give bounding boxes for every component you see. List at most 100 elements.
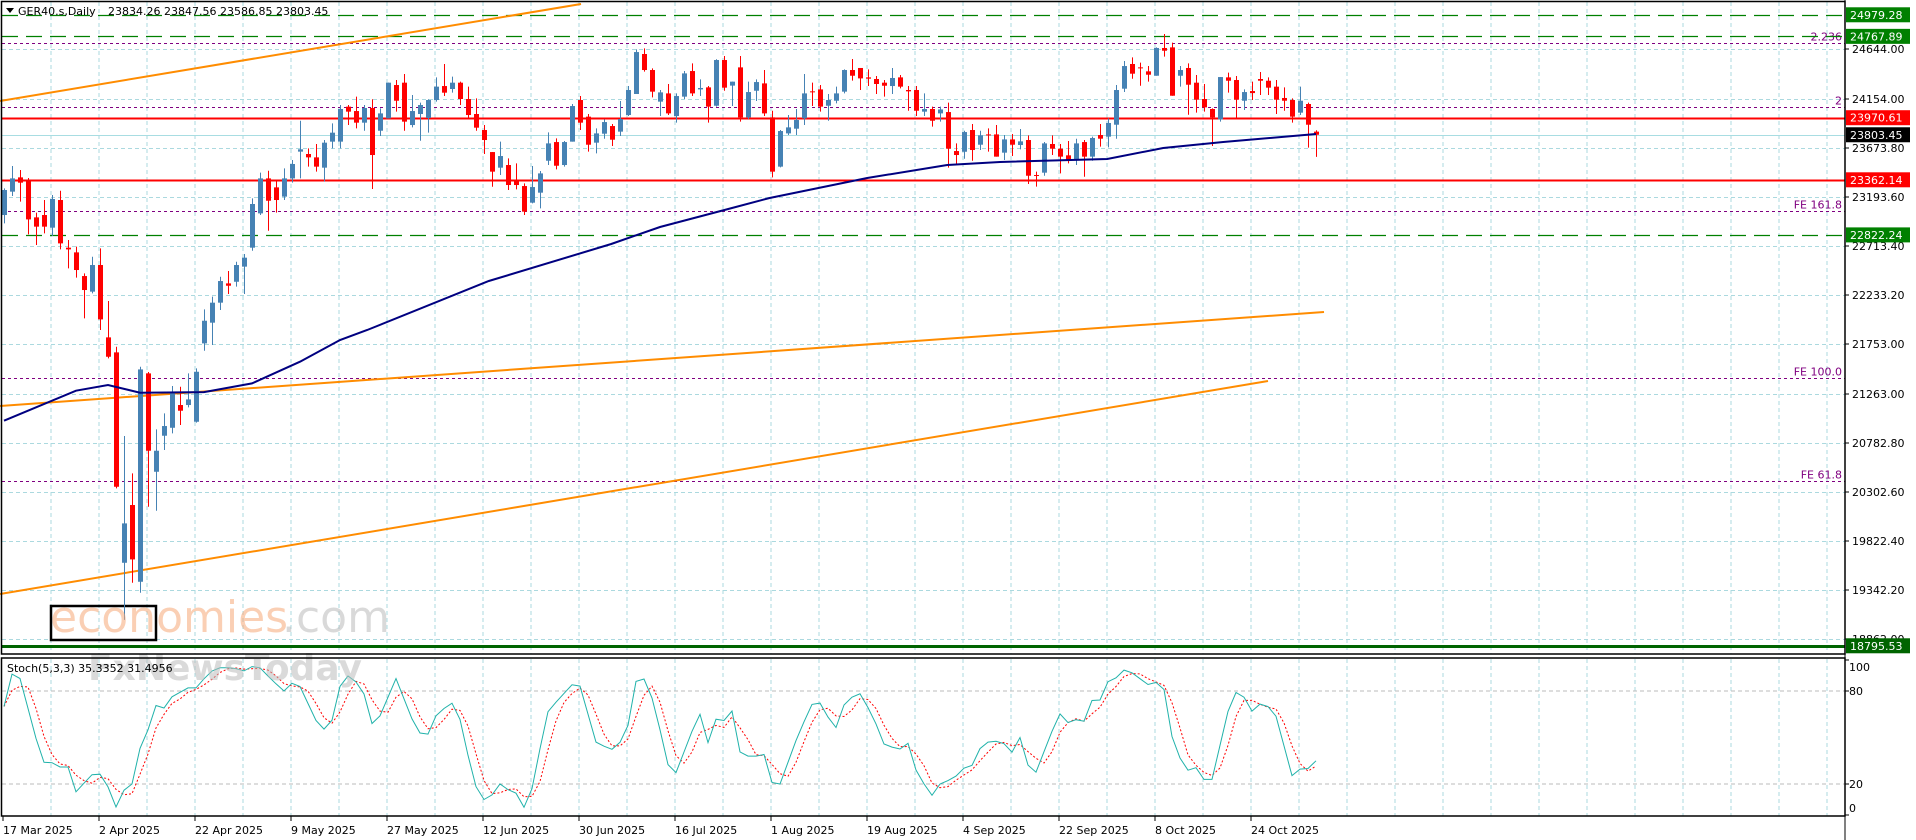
- candle-body: [210, 302, 215, 323]
- candle-body: [858, 67, 863, 79]
- candle-body: [506, 165, 511, 186]
- candle: [498, 141, 503, 176]
- candle-body: [1034, 175, 1039, 177]
- candle: [586, 114, 591, 152]
- candle: [114, 346, 119, 489]
- candle-body: [610, 126, 615, 140]
- candle-body: [362, 107, 367, 123]
- candle-body: [602, 122, 607, 134]
- candle-body: [178, 405, 183, 411]
- candle: [1234, 76, 1239, 120]
- candle: [450, 76, 455, 93]
- date-label: 17 Mar 2025: [3, 824, 73, 837]
- symbol-label: GER40.s,Daily: [18, 5, 96, 18]
- candle-body: [930, 109, 935, 121]
- candle-body: [1298, 100, 1303, 113]
- candle: [594, 128, 599, 154]
- candle-body: [986, 134, 991, 136]
- candle-body: [1210, 109, 1215, 118]
- candle-body: [834, 93, 839, 101]
- candle-body: [450, 82, 455, 89]
- candle-body: [410, 111, 415, 126]
- candle-body: [874, 79, 879, 84]
- candle-body: [338, 109, 343, 142]
- candle: [666, 84, 671, 116]
- ohlc-values: 23834.26 23847.56 23586.85 23803.45: [108, 5, 328, 18]
- candle-body: [890, 77, 895, 87]
- fibonacci-level-label: FE 161.8: [1794, 199, 1842, 212]
- candle: [1122, 61, 1127, 93]
- candle: [394, 80, 399, 112]
- candle: [874, 76, 879, 94]
- date-label: 22 Sep 2025: [1059, 824, 1129, 837]
- candle: [1258, 72, 1263, 96]
- price-level-badge-label: 24979.28: [1850, 9, 1903, 22]
- candle-body: [322, 142, 327, 168]
- candle-body: [1138, 67, 1143, 69]
- candle: [770, 110, 775, 178]
- price-axis[interactable]: 24644.0024154.0023673.8023193.6022713.40…: [1844, 0, 1910, 840]
- candle-body: [498, 156, 503, 168]
- candle-body: [1010, 139, 1015, 145]
- candle-body: [1122, 66, 1127, 89]
- candle: [1034, 171, 1039, 187]
- fibonacci-level-label: FE 100.0: [1794, 366, 1842, 379]
- candle: [362, 105, 367, 131]
- candle-body: [882, 82, 887, 86]
- candle: [1138, 62, 1143, 86]
- trading-chart[interactable]: 2.2362FE 161.8FE 100.0FE 61.8 economies …: [0, 0, 1916, 840]
- candle: [346, 105, 351, 126]
- candle-body: [482, 130, 487, 141]
- candle: [1098, 124, 1103, 147]
- candle: [754, 79, 759, 102]
- candle: [1266, 77, 1271, 96]
- candle-body: [10, 178, 15, 192]
- trendline-lower[interactable]: [0, 380, 1269, 595]
- candle: [506, 158, 511, 191]
- candle: [794, 109, 799, 136]
- candle-body: [914, 90, 919, 111]
- stochastic-axis-label: 0: [1849, 802, 1856, 815]
- candle: [34, 212, 39, 246]
- candle-body: [1258, 79, 1263, 81]
- collapse-triangle-icon[interactable]: [6, 8, 14, 13]
- candle-body: [778, 131, 783, 167]
- candle-body: [458, 82, 463, 99]
- candle-body: [682, 73, 687, 97]
- candle: [834, 86, 839, 104]
- candle: [370, 99, 375, 189]
- candle-body: [898, 77, 903, 87]
- candle: [258, 172, 263, 216]
- candle-body: [138, 369, 143, 582]
- candle: [538, 171, 543, 209]
- candle-body: [82, 276, 87, 291]
- candle-body: [2, 190, 7, 216]
- candle: [546, 132, 551, 166]
- candle: [1250, 81, 1255, 101]
- candle-body: [522, 186, 527, 212]
- candle-body: [1042, 143, 1047, 173]
- candle-body: [970, 130, 975, 151]
- candle: [978, 130, 983, 151]
- candle: [298, 120, 303, 179]
- candle: [1026, 135, 1031, 184]
- candle: [1130, 57, 1135, 79]
- candle-body: [754, 82, 759, 91]
- time-axis[interactable]: 17 Mar 2025 2 Apr 2025 22 Apr 2025 9 May 20…: [2, 816, 1319, 837]
- candle-body: [674, 96, 679, 117]
- candle: [930, 106, 935, 127]
- candle-body: [802, 93, 807, 119]
- date-label: 9 May 2025: [291, 824, 356, 837]
- candle-body: [850, 70, 855, 76]
- candle: [866, 69, 871, 87]
- candle-body: [122, 523, 127, 563]
- candle: [58, 190, 63, 250]
- candle-body: [234, 265, 239, 282]
- candle-body: [946, 112, 951, 149]
- candle-body: [762, 83, 767, 114]
- candle-body: [770, 117, 775, 172]
- candle: [778, 130, 783, 168]
- candle-body: [250, 204, 255, 248]
- candle-body: [1218, 77, 1223, 120]
- candle-body: [378, 113, 383, 131]
